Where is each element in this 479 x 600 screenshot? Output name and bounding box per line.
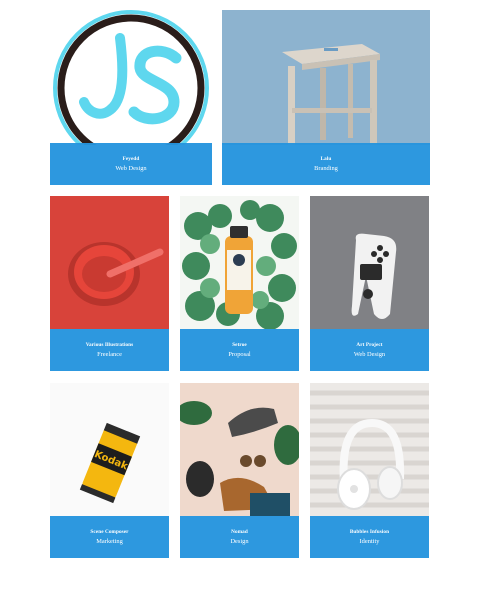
item-title: Bubbles Infusion bbox=[349, 529, 390, 535]
caption-panel: Art Project Web Design bbox=[310, 329, 429, 371]
caption-panel: Setroe Proposal bbox=[180, 329, 299, 371]
js-logo-image bbox=[50, 10, 212, 145]
item-category: Identity bbox=[359, 538, 380, 545]
caption-panel: Nomad Design bbox=[180, 516, 299, 558]
portfolio-item-setroe[interactable]: Setroe Proposal bbox=[180, 196, 299, 371]
portfolio-item-various-illustrations[interactable]: Various Illustrations Freelance bbox=[50, 196, 169, 371]
caption-panel: Scene Composer Marketing bbox=[50, 516, 169, 558]
travel-flatlay-image bbox=[180, 383, 299, 516]
stool-image bbox=[222, 10, 430, 145]
item-title: Setroe bbox=[232, 342, 247, 348]
game-controller-image bbox=[310, 196, 429, 329]
item-title: Nomad bbox=[231, 529, 248, 535]
caption-panel: Bubbles Infusion Identity bbox=[310, 516, 429, 558]
item-title: Scene Composer bbox=[90, 529, 129, 535]
item-category: Marketing bbox=[96, 538, 123, 545]
portfolio-item-scene-composer[interactable]: Kodak Scene Composer Marketing bbox=[50, 383, 169, 558]
item-title: Feyedd bbox=[122, 156, 140, 162]
juice-bottle-image bbox=[180, 196, 299, 329]
headphones-image bbox=[310, 383, 429, 516]
portfolio-item-lalu[interactable]: Lalu Branding bbox=[222, 10, 430, 185]
film-canister-image: Kodak bbox=[50, 383, 169, 516]
item-title: Lalu bbox=[320, 156, 332, 162]
caption-panel: Various Illustrations Freelance bbox=[50, 329, 169, 371]
item-category: Web Design bbox=[115, 165, 147, 172]
caption-panel: Feyedd Web Design bbox=[50, 143, 212, 185]
portfolio-item-bubbles-infusion[interactable]: Bubbles Infusion Identity bbox=[310, 383, 429, 558]
item-category: Freelance bbox=[97, 351, 122, 358]
item-category: Design bbox=[230, 538, 249, 545]
portfolio-item-feyedd[interactable]: Feyedd Web Design bbox=[50, 10, 212, 185]
item-title: Art Project bbox=[356, 342, 383, 348]
item-category: Branding bbox=[314, 165, 338, 172]
caption-panel: Lalu Branding bbox=[222, 143, 430, 185]
item-category: Proposal bbox=[228, 351, 251, 358]
item-category: Web Design bbox=[353, 351, 386, 358]
portfolio-item-art-project[interactable]: Art Project Web Design bbox=[310, 196, 429, 371]
portfolio-item-nomad[interactable]: Nomad Design bbox=[180, 383, 299, 558]
red-bowl-image bbox=[50, 196, 169, 329]
item-title: Various Illustrations bbox=[85, 342, 134, 348]
